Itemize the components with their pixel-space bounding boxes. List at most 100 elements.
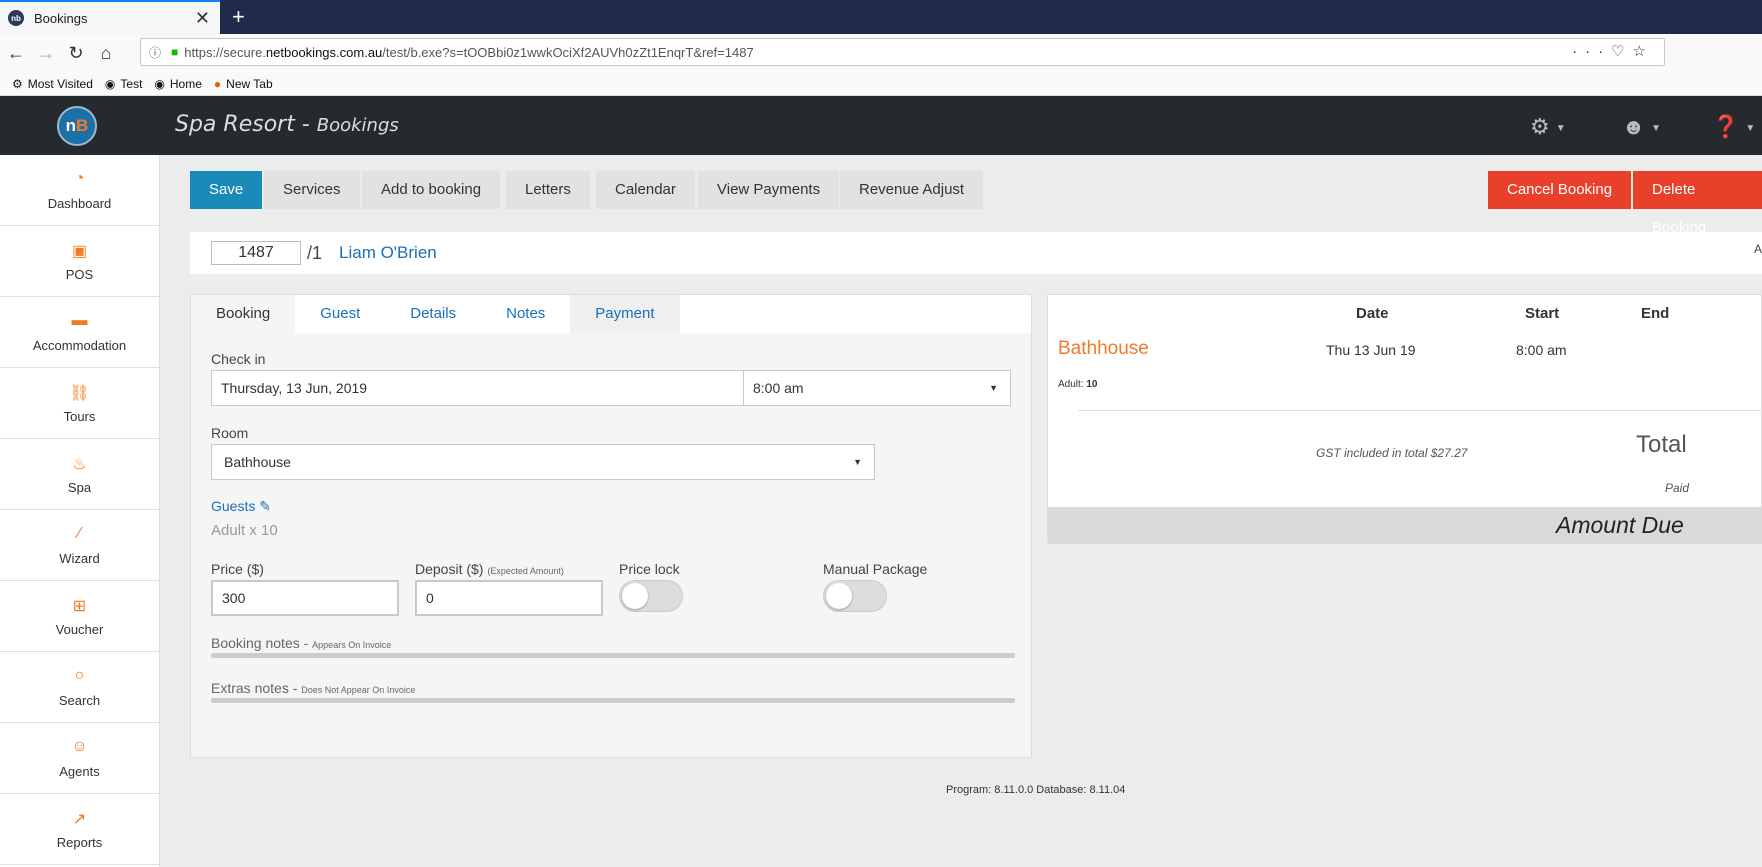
bookmark-new-tab[interactable]: ● New Tab (214, 77, 273, 91)
new-tab-icon[interactable]: + (232, 4, 245, 30)
add-to-booking-button[interactable]: Add to booking (362, 171, 501, 209)
back-icon[interactable]: ← (2, 43, 30, 64)
browser-tab-bar: nb Bookings ✕ + (0, 0, 1762, 34)
manual-package-label: Manual Package (823, 561, 928, 577)
calendar-button[interactable]: Calendar (596, 171, 695, 209)
bookmark-test[interactable]: ◉ Test (105, 77, 143, 91)
paid-label: Paid (1665, 481, 1690, 495)
manual-package-toggle[interactable] (823, 580, 887, 612)
booking-form-panel: Booking Guest Details Notes Payment Chec… (190, 294, 1032, 758)
page-actions-icon[interactable]: ···♡☆ (1572, 42, 1654, 60)
close-tab-icon[interactable]: ✕ (195, 8, 210, 29)
browser-nav-bar: ← → ↻ ⌂ ⓘ ■ https://secure.netbookings.c… (0, 34, 1762, 72)
booking-notes-field[interactable] (211, 653, 1015, 658)
amount-due-bar: Amount Due (1048, 507, 1762, 544)
sidebar-item-pos[interactable]: ▣ POS (0, 226, 159, 297)
reload-icon[interactable]: ↻ (62, 43, 90, 64)
booking-number-suffix: /1 (307, 242, 323, 263)
app-logo[interactable]: nB (57, 106, 97, 146)
url-text: https://secure.netbookings.com.au/test/b… (184, 44, 754, 60)
revenue-adjust-button[interactable]: Revenue Adjust (840, 171, 984, 209)
site-favicon-icon: ◉ (104, 76, 116, 91)
summary-item-name[interactable]: Bathhouse (1058, 338, 1149, 360)
home-icon[interactable]: ⌂ (92, 43, 120, 64)
tab-title: Bookings (34, 10, 88, 26)
settings-menu-icon[interactable]: ⚙ ▼ (1530, 114, 1566, 140)
wand-icon: ⁄ (78, 524, 81, 542)
guests-value: Adult x 10 (211, 522, 278, 539)
sidebar-item-search[interactable]: ○ Search (0, 652, 159, 723)
amount-due-label: Amount Due (1556, 512, 1684, 538)
sidebar-item-accommodation[interactable]: ▬ Accommodation (0, 297, 159, 368)
col-end-header: End (1641, 305, 1670, 322)
gift-icon: ⊞ (72, 597, 87, 615)
dashboard-icon: ◔ (74, 169, 85, 187)
spa-icon: ♨ (72, 455, 87, 473)
sidebar-item-reports[interactable]: ↗ Reports (0, 794, 159, 865)
tours-icon: ⛓ (69, 384, 90, 402)
site-favicon-icon: nb (8, 10, 24, 26)
summary-item-start: 8:00 am (1516, 342, 1567, 358)
version-footer: Program: 8.11.0.0 Database: 8.11.04 (946, 784, 1126, 796)
sidebar-item-agents[interactable]: ☺ Agents (0, 723, 159, 794)
col-start-header: Start (1525, 305, 1560, 322)
sidebar-item-wizard[interactable]: ⁄ Wizard (0, 510, 159, 581)
services-button[interactable]: Services (264, 171, 360, 209)
booking-summary-panel: Date Start End Bathhouse Thu 13 Jun 19 8… (1047, 294, 1762, 544)
extras-notes-field[interactable] (211, 698, 1015, 703)
extras-notes-label: Extras notes - Does Not Appear On Invoic… (211, 680, 416, 696)
tab-payment[interactable]: Payment (570, 295, 680, 333)
check-in-time-select[interactable]: 8:00 am ▼ (743, 370, 1011, 406)
letters-button[interactable]: Letters (506, 171, 590, 209)
sidebar-item-dashboard[interactable]: ◔ Dashboard (0, 155, 159, 226)
firefox-icon: ● (213, 76, 222, 91)
tab-details[interactable]: Details (385, 295, 481, 333)
page-title: Spa Resort - Bookings (175, 112, 399, 137)
summary-item-date: Thu 13 Jun 19 (1326, 342, 1416, 358)
tab-booking[interactable]: Booking (191, 295, 296, 333)
sidebar-item-voucher[interactable]: ⊞ Voucher (0, 581, 159, 652)
deposit-label: Deposit ($) (Expected Amount) (415, 561, 564, 577)
pos-icon: ▣ (71, 242, 88, 260)
info-icon[interactable]: ⓘ (149, 44, 161, 61)
deposit-input[interactable]: 0 (415, 580, 603, 616)
room-label: Room (211, 425, 249, 441)
price-label: Price ($) (211, 561, 264, 577)
sidebar-item-spa[interactable]: ♨ Spa (0, 439, 159, 510)
sidebar: ◔ Dashboard ▣ POS ▬ Accommodation ⛓ Tours ♨ S… (0, 155, 160, 867)
guests-edit-link[interactable]: Guests ✎ (211, 498, 271, 515)
guest-name-link[interactable]: Liam O'Brien (339, 243, 437, 263)
room-select[interactable]: Bathhouse ▼ (211, 444, 875, 480)
agent-icon: ☺ (71, 737, 88, 755)
save-button[interactable]: Save (190, 171, 263, 209)
check-in-date-field[interactable]: Thursday, 13 Jun, 2019 (211, 370, 744, 406)
booking-number-field[interactable]: 1487 (211, 241, 301, 265)
gear-icon: ⚙ (12, 76, 23, 91)
bookmark-home[interactable]: ◉ Home (154, 77, 202, 91)
lock-icon: ■ (171, 45, 179, 59)
chart-icon: ↗ (72, 810, 87, 828)
price-lock-toggle[interactable] (619, 580, 683, 612)
forward-icon[interactable]: → (32, 43, 60, 64)
booking-notes-label: Booking notes - Appears On Invoice (211, 635, 392, 651)
price-lock-label: Price lock (619, 561, 680, 577)
delete-booking-button[interactable]: Delete Booking (1633, 171, 1762, 236)
user-menu-icon[interactable]: ☻ ▼ (1622, 114, 1661, 140)
booking-tabs: Booking Guest Details Notes Payment (191, 295, 1031, 333)
bookmark-most-visited[interactable]: ⚙ Most Visited (12, 77, 93, 91)
browser-tab[interactable]: nb Bookings ✕ (0, 0, 220, 34)
view-payments-button[interactable]: View Payments (698, 171, 840, 209)
bookmarks-bar: ⚙ Most Visited ◉ Test ◉ Home ● New Tab (0, 72, 1762, 96)
adult-count: Adult: 10 (1058, 379, 1098, 390)
summary-divider (1078, 410, 1762, 411)
price-input[interactable]: 300 (211, 580, 399, 616)
help-menu-icon[interactable]: ❓ ▼ (1712, 114, 1755, 140)
tab-notes[interactable]: Notes (481, 295, 570, 333)
search-icon: ○ (74, 666, 85, 684)
total-label: Total (1636, 431, 1687, 458)
address-bar[interactable]: ⓘ ■ https://secure.netbookings.com.au/te… (140, 38, 1665, 66)
tab-guest[interactable]: Guest (295, 295, 385, 333)
sidebar-item-tours[interactable]: ⛓ Tours (0, 368, 159, 439)
cancel-booking-button[interactable]: Cancel Booking (1488, 171, 1632, 209)
col-date-header: Date (1356, 305, 1389, 322)
